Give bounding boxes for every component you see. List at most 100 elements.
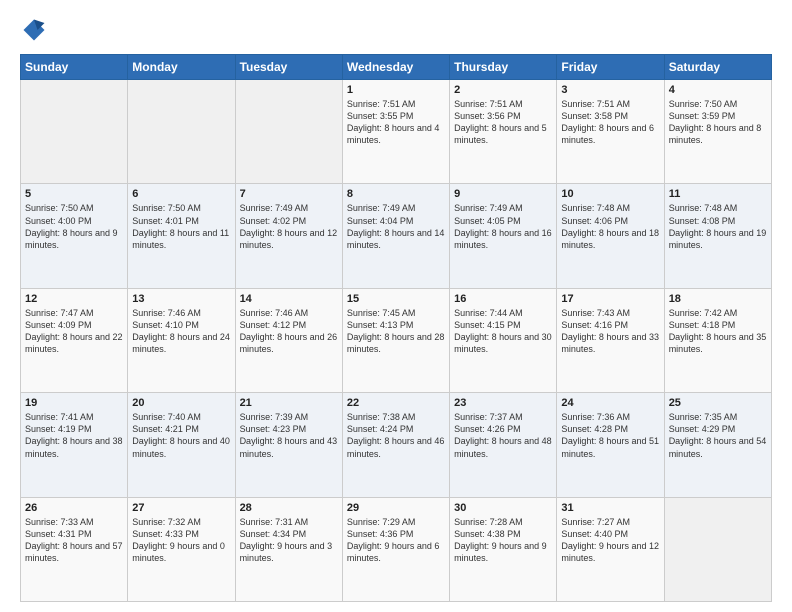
day-header-wednesday: Wednesday bbox=[342, 55, 449, 80]
day-number: 31 bbox=[561, 502, 659, 514]
calendar-cell: 18 Sunrise: 7:42 AM Sunset: 4:18 PM Dayli… bbox=[664, 288, 771, 392]
calendar-week-2: 5 Sunrise: 7:50 AM Sunset: 4:00 PM Daylig… bbox=[21, 184, 772, 288]
day-header-tuesday: Tuesday bbox=[235, 55, 342, 80]
calendar-header-row: SundayMondayTuesdayWednesdayThursdayFrid… bbox=[21, 55, 772, 80]
calendar-cell: 15Sunrise: 7:45 AM Sunset: 4:13 PM Dayli… bbox=[342, 288, 449, 392]
calendar-cell: 23 Sunrise: 7:37 AM Sunset: 4:26 PM Dayli… bbox=[450, 393, 557, 497]
day-number: 13 bbox=[132, 293, 230, 305]
calendar-cell bbox=[235, 80, 342, 184]
day-number: 14 bbox=[240, 293, 338, 305]
calendar-cell: 21 Sunrise: 7:39 AM Sunset: 4:23 PM Dayli… bbox=[235, 393, 342, 497]
day-header-sunday: Sunday bbox=[21, 55, 128, 80]
calendar-cell: 13 Sunrise: 7:46 AM Sunset: 4:10 PM Dayli… bbox=[128, 288, 235, 392]
calendar-week-1: 1 Sunrise: 7:51 AM Sunset: 3:55 PM Daylig… bbox=[21, 80, 772, 184]
cell-content: Sunrise: 7:48 AM Sunset: 4:08 PM Dayligh… bbox=[669, 202, 767, 251]
cell-content: Sunrise: 7:50 AM Sunset: 4:00 PM Dayligh… bbox=[25, 202, 123, 251]
day-number: 22 bbox=[347, 397, 445, 409]
cell-content: Sunrise: 7:35 AM Sunset: 4:29 PM Dayligh… bbox=[669, 411, 767, 460]
day-number: 11 bbox=[669, 188, 767, 200]
day-number: 5 bbox=[25, 188, 123, 200]
day-number: 8 bbox=[347, 188, 445, 200]
cell-content: Sunrise: 7:33 AM Sunset: 4:31 PM Dayligh… bbox=[25, 516, 123, 565]
day-number: 23 bbox=[454, 397, 552, 409]
day-number: 3 bbox=[561, 84, 659, 96]
day-number: 1 bbox=[347, 84, 445, 96]
day-number: 15 bbox=[347, 293, 445, 305]
calendar-cell: 26 Sunrise: 7:33 AM Sunset: 4:31 PM Dayli… bbox=[21, 497, 128, 601]
calendar-cell: 16 Sunrise: 7:44 AM Sunset: 4:15 PM Dayli… bbox=[450, 288, 557, 392]
cell-content: Sunrise: 7:27 AM Sunset: 4:40 PM Dayligh… bbox=[561, 516, 659, 565]
calendar-cell: 24 Sunrise: 7:36 AM Sunset: 4:28 PM Dayli… bbox=[557, 393, 664, 497]
logo-icon bbox=[20, 16, 48, 44]
calendar-cell: 17 Sunrise: 7:43 AM Sunset: 4:16 PM Dayli… bbox=[557, 288, 664, 392]
day-number: 4 bbox=[669, 84, 767, 96]
cell-content: Sunrise: 7:36 AM Sunset: 4:28 PM Dayligh… bbox=[561, 411, 659, 460]
calendar-cell: 30Sunrise: 7:28 AM Sunset: 4:38 PM Dayli… bbox=[450, 497, 557, 601]
cell-content: Sunrise: 7:51 AM Sunset: 3:55 PM Dayligh… bbox=[347, 98, 445, 147]
cell-content: Sunrise: 7:47 AM Sunset: 4:09 PM Dayligh… bbox=[25, 307, 123, 356]
calendar-cell: 27Sunrise: 7:32 AM Sunset: 4:33 PM Dayli… bbox=[128, 497, 235, 601]
calendar-cell: 4 Sunrise: 7:50 AM Sunset: 3:59 PM Daylig… bbox=[664, 80, 771, 184]
day-number: 24 bbox=[561, 397, 659, 409]
calendar-cell: 14 Sunrise: 7:46 AM Sunset: 4:12 PM Dayli… bbox=[235, 288, 342, 392]
day-number: 9 bbox=[454, 188, 552, 200]
cell-content: Sunrise: 7:37 AM Sunset: 4:26 PM Dayligh… bbox=[454, 411, 552, 460]
day-number: 19 bbox=[25, 397, 123, 409]
day-number: 28 bbox=[240, 502, 338, 514]
calendar-cell: 20 Sunrise: 7:40 AM Sunset: 4:21 PM Dayli… bbox=[128, 393, 235, 497]
day-number: 21 bbox=[240, 397, 338, 409]
calendar-cell: 2 Sunrise: 7:51 AM Sunset: 3:56 PM Daylig… bbox=[450, 80, 557, 184]
calendar-cell: 10 Sunrise: 7:48 AM Sunset: 4:06 PM Dayli… bbox=[557, 184, 664, 288]
day-number: 17 bbox=[561, 293, 659, 305]
cell-content: Sunrise: 7:43 AM Sunset: 4:16 PM Dayligh… bbox=[561, 307, 659, 356]
cell-content: Sunrise: 7:49 AM Sunset: 4:05 PM Dayligh… bbox=[454, 202, 552, 251]
day-number: 16 bbox=[454, 293, 552, 305]
calendar-cell: 8Sunrise: 7:49 AM Sunset: 4:04 PM Daylig… bbox=[342, 184, 449, 288]
cell-content: Sunrise: 7:31 AM Sunset: 4:34 PM Dayligh… bbox=[240, 516, 338, 565]
cell-content: Sunrise: 7:39 AM Sunset: 4:23 PM Dayligh… bbox=[240, 411, 338, 460]
cell-content: Sunrise: 7:46 AM Sunset: 4:10 PM Dayligh… bbox=[132, 307, 230, 356]
day-number: 6 bbox=[132, 188, 230, 200]
day-number: 20 bbox=[132, 397, 230, 409]
calendar-cell: 11 Sunrise: 7:48 AM Sunset: 4:08 PM Dayli… bbox=[664, 184, 771, 288]
calendar-cell: 19 Sunrise: 7:41 AM Sunset: 4:19 PM Dayli… bbox=[21, 393, 128, 497]
cell-content: Sunrise: 7:29 AM Sunset: 4:36 PM Dayligh… bbox=[347, 516, 445, 565]
day-number: 18 bbox=[669, 293, 767, 305]
calendar-cell: 1 Sunrise: 7:51 AM Sunset: 3:55 PM Daylig… bbox=[342, 80, 449, 184]
calendar-week-3: 12 Sunrise: 7:47 AM Sunset: 4:09 PM Dayli… bbox=[21, 288, 772, 392]
calendar-cell: 28 Sunrise: 7:31 AM Sunset: 4:34 PM Dayli… bbox=[235, 497, 342, 601]
logo bbox=[20, 16, 52, 44]
calendar-cell: 22 Sunrise: 7:38 AM Sunset: 4:24 PM Dayli… bbox=[342, 393, 449, 497]
cell-content: Sunrise: 7:41 AM Sunset: 4:19 PM Dayligh… bbox=[25, 411, 123, 460]
calendar-cell: 6Sunrise: 7:50 AM Sunset: 4:01 PM Daylig… bbox=[128, 184, 235, 288]
cell-content: Sunrise: 7:51 AM Sunset: 3:58 PM Dayligh… bbox=[561, 98, 659, 147]
cell-content: Sunrise: 7:48 AM Sunset: 4:06 PM Dayligh… bbox=[561, 202, 659, 251]
cell-content: Sunrise: 7:42 AM Sunset: 4:18 PM Dayligh… bbox=[669, 307, 767, 356]
calendar-cell: 3 Sunrise: 7:51 AM Sunset: 3:58 PM Daylig… bbox=[557, 80, 664, 184]
cell-content: Sunrise: 7:51 AM Sunset: 3:56 PM Dayligh… bbox=[454, 98, 552, 147]
calendar-cell: 7Sunrise: 7:49 AM Sunset: 4:02 PM Daylig… bbox=[235, 184, 342, 288]
day-number: 26 bbox=[25, 502, 123, 514]
calendar-cell: 9 Sunrise: 7:49 AM Sunset: 4:05 PM Daylig… bbox=[450, 184, 557, 288]
day-number: 25 bbox=[669, 397, 767, 409]
calendar-cell: 31 Sunrise: 7:27 AM Sunset: 4:40 PM Dayli… bbox=[557, 497, 664, 601]
cell-content: Sunrise: 7:50 AM Sunset: 3:59 PM Dayligh… bbox=[669, 98, 767, 147]
cell-content: Sunrise: 7:38 AM Sunset: 4:24 PM Dayligh… bbox=[347, 411, 445, 460]
cell-content: Sunrise: 7:44 AM Sunset: 4:15 PM Dayligh… bbox=[454, 307, 552, 356]
day-number: 10 bbox=[561, 188, 659, 200]
day-number: 2 bbox=[454, 84, 552, 96]
calendar: SundayMondayTuesdayWednesdayThursdayFrid… bbox=[20, 54, 772, 602]
calendar-cell bbox=[664, 497, 771, 601]
calendar-cell bbox=[128, 80, 235, 184]
header bbox=[20, 16, 772, 44]
calendar-cell: 25 Sunrise: 7:35 AM Sunset: 4:29 PM Dayli… bbox=[664, 393, 771, 497]
calendar-week-5: 26 Sunrise: 7:33 AM Sunset: 4:31 PM Dayli… bbox=[21, 497, 772, 601]
calendar-cell: 5 Sunrise: 7:50 AM Sunset: 4:00 PM Daylig… bbox=[21, 184, 128, 288]
calendar-cell: 12 Sunrise: 7:47 AM Sunset: 4:09 PM Dayli… bbox=[21, 288, 128, 392]
day-number: 29 bbox=[347, 502, 445, 514]
day-number: 12 bbox=[25, 293, 123, 305]
cell-content: Sunrise: 7:46 AM Sunset: 4:12 PM Dayligh… bbox=[240, 307, 338, 356]
day-header-monday: Monday bbox=[128, 55, 235, 80]
cell-content: Sunrise: 7:32 AM Sunset: 4:33 PM Dayligh… bbox=[132, 516, 230, 565]
cell-content: Sunrise: 7:40 AM Sunset: 4:21 PM Dayligh… bbox=[132, 411, 230, 460]
